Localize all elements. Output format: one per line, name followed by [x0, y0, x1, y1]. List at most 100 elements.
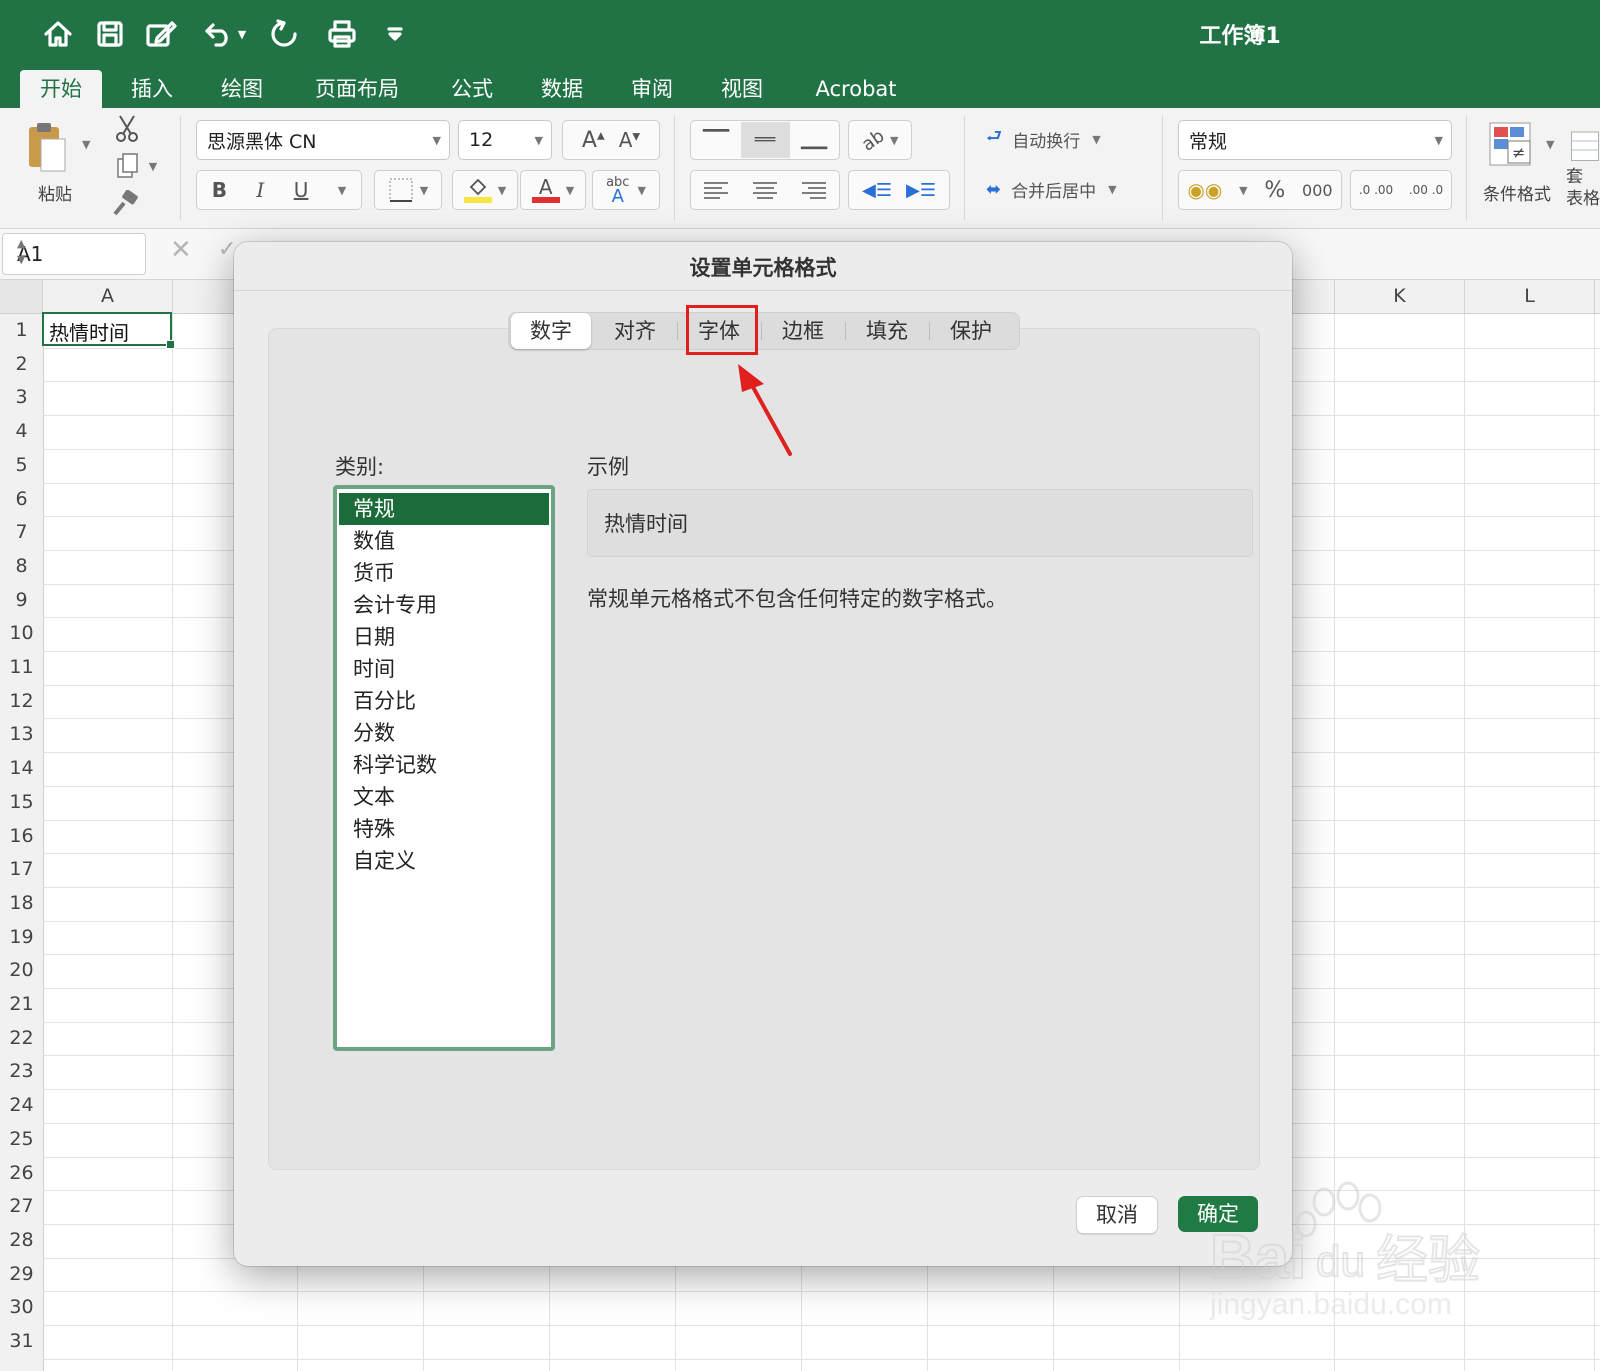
comma-button[interactable]: 000: [1302, 181, 1333, 200]
cancel-formula-icon[interactable]: ✕: [170, 235, 192, 265]
row-header[interactable]: 20: [0, 959, 43, 981]
row-header[interactable]: 3: [0, 386, 43, 408]
row-header[interactable]: 23: [0, 1060, 43, 1082]
customize-icon[interactable]: [382, 14, 408, 54]
fill-color-button[interactable]: ▼: [452, 170, 518, 210]
row-header[interactable]: 24: [0, 1094, 43, 1116]
row-header[interactable]: 9: [0, 589, 43, 611]
italic-button[interactable]: I: [256, 178, 264, 202]
column-header-l[interactable]: L: [1465, 280, 1595, 313]
row-header[interactable]: 19: [0, 926, 43, 948]
conditional-format-icon[interactable]: ≠: [1484, 116, 1540, 172]
undo-icon[interactable]: ▼: [198, 14, 252, 54]
category-item[interactable]: 常规: [339, 493, 549, 525]
font-size-select[interactable]: 12 ▼: [458, 120, 552, 160]
tab-insert[interactable]: 插入: [112, 70, 192, 108]
row-header[interactable]: 13: [0, 723, 43, 745]
cut-icon[interactable]: [112, 112, 142, 146]
decrease-indent-icon[interactable]: ◀☰: [862, 180, 892, 201]
align-top-icon[interactable]: ▔▔: [692, 130, 741, 150]
stepper-icon[interactable]: ▲ ▼: [17, 236, 135, 268]
row-header[interactable]: 30: [0, 1296, 43, 1318]
row-header[interactable]: 7: [0, 521, 43, 543]
category-item[interactable]: 日期: [339, 621, 549, 653]
tab-protection[interactable]: 保护: [931, 313, 1011, 349]
row-header[interactable]: 22: [0, 1027, 43, 1049]
increase-indent-icon[interactable]: ▶☰: [906, 180, 936, 201]
paste-icon[interactable]: [20, 116, 74, 178]
row-header[interactable]: 14: [0, 757, 43, 779]
chevron-down-icon[interactable]: ▼: [1546, 138, 1554, 151]
orientation-button[interactable]: ab ▼: [848, 120, 912, 160]
merge-center-button[interactable]: ⬌ 合并后居中 ▼: [986, 172, 1156, 206]
category-item[interactable]: 数值: [339, 525, 549, 557]
category-item[interactable]: 时间: [339, 653, 549, 685]
phonetic-button[interactable]: abc A ▼: [592, 170, 660, 210]
tab-acrobat[interactable]: Acrobat: [806, 70, 906, 108]
category-item[interactable]: 分数: [339, 717, 549, 749]
column-header-k[interactable]: K: [1335, 280, 1465, 313]
decrease-font-icon[interactable]: A▼: [619, 128, 640, 152]
category-item[interactable]: 科学记数: [339, 749, 549, 781]
row-header[interactable]: 4: [0, 420, 43, 442]
category-list[interactable]: 常规 数值 货币 会计专用 日期 时间 百分比 分数 科学记数 文本 特殊 自定义: [333, 485, 555, 1051]
chevron-down-icon[interactable]: ▼: [1239, 184, 1247, 197]
tab-review[interactable]: 审阅: [612, 70, 692, 108]
tab-draw[interactable]: 绘图: [202, 70, 282, 108]
paste-dropdown-icon[interactable]: ▼: [82, 138, 90, 151]
wrap-text-button[interactable]: ⮐ 自动换行 ▼: [986, 122, 1156, 156]
tab-alignment[interactable]: 对齐: [595, 313, 675, 349]
tab-view[interactable]: 视图: [702, 70, 782, 108]
align-bottom-icon[interactable]: ▁▁: [790, 130, 839, 150]
decrease-decimal-button[interactable]: .00 .0: [1409, 183, 1443, 197]
select-all-corner[interactable]: [0, 280, 43, 313]
align-middle-icon[interactable]: ══: [740, 122, 790, 158]
tab-number[interactable]: 数字: [511, 313, 591, 349]
tab-data[interactable]: 数据: [522, 70, 602, 108]
row-header[interactable]: 26: [0, 1162, 43, 1184]
row-header[interactable]: 6: [0, 488, 43, 510]
row-header[interactable]: 29: [0, 1263, 43, 1285]
tab-fill[interactable]: 填充: [847, 313, 927, 349]
row-header[interactable]: 1: [0, 319, 43, 341]
tab-border[interactable]: 边框: [763, 313, 843, 349]
name-box[interactable]: A1 ▲ ▼: [2, 233, 146, 275]
font-color-button[interactable]: A ▼: [520, 170, 586, 210]
cancel-button[interactable]: 取消: [1076, 1196, 1158, 1234]
save-icon[interactable]: [92, 14, 128, 54]
bold-button[interactable]: B: [212, 178, 227, 202]
row-header[interactable]: 18: [0, 892, 43, 914]
row-header[interactable]: 8: [0, 555, 43, 577]
percent-button[interactable]: %: [1264, 178, 1285, 203]
tab-formulas[interactable]: 公式: [432, 70, 512, 108]
row-header[interactable]: 10: [0, 622, 43, 644]
category-item[interactable]: 百分比: [339, 685, 549, 717]
row-header[interactable]: 12: [0, 690, 43, 712]
chevron-down-icon[interactable]: ▼: [338, 184, 346, 197]
edit-icon[interactable]: [143, 14, 179, 54]
tab-page-layout[interactable]: 页面布局: [302, 70, 412, 108]
column-header-a[interactable]: A: [43, 280, 173, 313]
fill-handle[interactable]: [166, 340, 175, 349]
row-header[interactable]: 5: [0, 454, 43, 476]
row-header[interactable]: 2: [0, 353, 43, 375]
row-header[interactable]: 31: [0, 1330, 43, 1352]
row-header[interactable]: 28: [0, 1229, 43, 1251]
home-icon[interactable]: [40, 14, 76, 54]
row-header[interactable]: 17: [0, 858, 43, 880]
row-header[interactable]: 15: [0, 791, 43, 813]
print-icon[interactable]: [324, 14, 360, 54]
accounting-icon[interactable]: ◉◉: [1187, 178, 1222, 202]
copy-icon[interactable]: ▼: [112, 150, 160, 182]
increase-decimal-button[interactable]: .0 .00: [1359, 183, 1393, 197]
number-format-select[interactable]: 常规 ▼: [1178, 120, 1452, 160]
row-header[interactable]: 21: [0, 993, 43, 1015]
category-item[interactable]: 文本: [339, 781, 549, 813]
row-header[interactable]: 11: [0, 656, 43, 678]
tab-home[interactable]: 开始: [20, 70, 102, 108]
border-button[interactable]: ▼: [374, 170, 442, 210]
underline-button[interactable]: U: [294, 178, 309, 202]
row-header[interactable]: 25: [0, 1128, 43, 1150]
redo-icon[interactable]: [266, 14, 302, 54]
format-painter-icon[interactable]: [108, 188, 142, 218]
